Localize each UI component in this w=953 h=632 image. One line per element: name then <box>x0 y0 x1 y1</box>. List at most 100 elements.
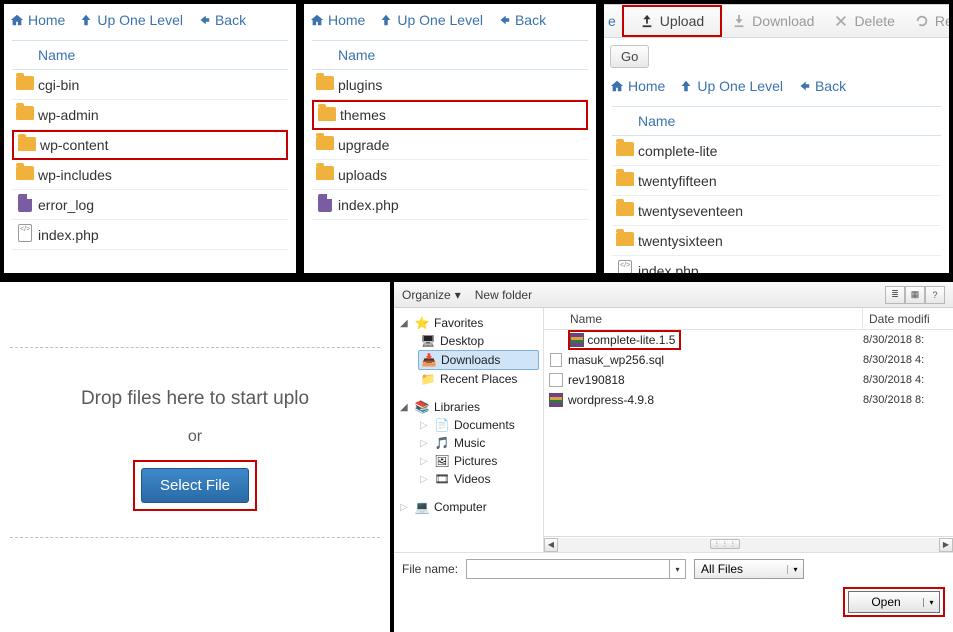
select-file-button[interactable]: Select File <box>141 468 249 503</box>
file-row-highlight[interactable]: wp-content <box>12 130 288 160</box>
tree-favorites[interactable]: ◢⭐Favorites <box>398 314 539 332</box>
folder-icon <box>318 107 336 121</box>
up-link[interactable]: Up One Level <box>379 12 483 28</box>
panel-wpcontent: Home Up One Level Back Name plugins them… <box>300 0 600 277</box>
tree-desktop[interactable]: 🖥Desktop <box>418 332 539 350</box>
file-row[interactable]: cgi-bin <box>12 70 288 100</box>
column-header[interactable]: Name <box>312 40 588 70</box>
music-icon: 🎵 <box>434 436 450 450</box>
file-row-highlight[interactable]: themes <box>312 100 588 130</box>
back-link[interactable]: Back <box>197 12 246 28</box>
file-row[interactable]: twentyfifteen <box>612 166 941 196</box>
up-link[interactable]: Up One Level <box>679 78 783 94</box>
up-arrow-icon <box>379 13 393 27</box>
file-row[interactable]: uploads <box>312 160 588 190</box>
home-link[interactable]: Home <box>610 78 665 94</box>
file-icon <box>318 194 332 212</box>
new-folder-button[interactable]: New folder <box>475 288 532 302</box>
hdr-name: Name <box>568 308 863 329</box>
tree-pictures[interactable]: ▷🖼Pictures <box>418 452 539 470</box>
back-arrow-icon <box>797 79 811 93</box>
up-link[interactable]: Up One Level <box>79 12 183 28</box>
folder-icon <box>316 166 334 180</box>
help-icon[interactable]: ? <box>925 286 945 304</box>
archive-icon <box>570 333 584 347</box>
view-list-icon[interactable]: ≣ <box>885 286 905 304</box>
tree-videos[interactable]: ▷🎞Videos <box>418 470 539 488</box>
toolbar: Home Up One Level Back <box>304 4 596 36</box>
item-name: complete-lite.1.5 <box>587 333 675 347</box>
scroll-thumb[interactable]: ⋮⋮⋮ <box>710 539 740 549</box>
filter-select[interactable]: All Files ▾ <box>694 559 804 579</box>
file-row[interactable]: upgrade <box>312 130 588 160</box>
file-row[interactable]: index.php <box>612 256 941 277</box>
tree-libraries[interactable]: ◢📚Libraries <box>398 398 539 416</box>
home-link[interactable]: Home <box>10 12 65 28</box>
tree-music[interactable]: ▷🎵Music <box>418 434 539 452</box>
back-label: Back <box>815 78 846 94</box>
view-thumb-icon[interactable]: ▦ <box>905 286 925 304</box>
file-row[interactable]: error_log <box>12 190 288 220</box>
organize-button[interactable]: Organize ▾ <box>402 288 461 302</box>
scroll-right-icon[interactable]: ▶ <box>939 538 953 552</box>
file-row[interactable]: complete-lite <box>612 136 941 166</box>
open-label: Open <box>849 595 923 609</box>
go-button[interactable]: Go <box>610 45 649 68</box>
list-item[interactable]: wordpress-4.9.8 8/30/2018 8: <box>544 390 953 410</box>
organize-label: Organize <box>402 288 451 302</box>
select-highlight: Select File <box>133 460 257 511</box>
download-button[interactable]: Download <box>722 9 824 33</box>
list-header[interactable]: Name Date modifi <box>544 308 953 330</box>
chevron-down-icon[interactable]: ▾ <box>669 560 685 578</box>
folder-icon <box>616 142 634 156</box>
list-item[interactable]: masuk_wp256.sql 8/30/2018 4: <box>544 350 953 370</box>
code-file-icon <box>18 224 32 242</box>
folder-icon <box>16 76 34 90</box>
back-link[interactable]: Back <box>497 12 546 28</box>
toolbar: Home Up One Level Back <box>604 70 949 102</box>
file-row[interactable]: twentysixteen <box>612 226 941 256</box>
scroll-left-icon[interactable]: ◀ <box>544 538 558 552</box>
tree-computer[interactable]: ▷💻Computer <box>398 498 539 516</box>
tree-documents[interactable]: ▷📄Documents <box>418 416 539 434</box>
file-name: wp-includes <box>38 167 112 183</box>
up-label: Up One Level <box>97 12 183 28</box>
filename-input[interactable]: ▾ <box>466 559 686 579</box>
file-row[interactable]: twentyseventeen <box>612 196 941 226</box>
home-link[interactable]: Home <box>310 12 365 28</box>
tree-recent[interactable]: 📁Recent Places <box>418 370 539 388</box>
delete-button[interactable]: Delete <box>824 9 904 33</box>
item-name: wordpress-4.9.8 <box>568 393 863 407</box>
item-name: masuk_wp256.sql <box>568 353 863 367</box>
list-item[interactable]: rev190818 8/30/2018 4: <box>544 370 953 390</box>
list-item-highlight[interactable]: complete-lite.1.5 8/30/2018 8: <box>544 330 953 350</box>
chevron-down-icon[interactable]: ▾ <box>923 598 939 607</box>
file-row[interactable]: wp-includes <box>12 160 288 190</box>
upload-button[interactable]: Upload <box>630 9 714 33</box>
column-header[interactable]: Name <box>12 40 288 70</box>
file-row[interactable]: index.php <box>12 220 288 250</box>
back-link[interactable]: Back <box>797 78 846 94</box>
file-list: cgi-bin wp-admin wp-content wp-includes … <box>12 70 288 250</box>
or-text: or <box>0 428 390 446</box>
panel-themes: e Upload Download Delete Re Go <box>600 0 953 277</box>
file-row[interactable]: wp-admin <box>12 100 288 130</box>
file-row[interactable]: plugins <box>312 70 588 100</box>
tree-downloads[interactable]: 📥Downloads <box>418 350 539 370</box>
star-icon: ⭐ <box>414 316 430 330</box>
chevron-down-icon[interactable]: ▾ <box>787 565 803 574</box>
file-name: twentyfifteen <box>638 173 717 189</box>
drop-zone[interactable]: Drop files here to start uplo or Select … <box>0 282 390 632</box>
back-label: Back <box>215 12 246 28</box>
file-name: index.php <box>638 263 699 278</box>
h-scrollbar[interactable]: ◀ ⋮⋮⋮ ▶ <box>544 536 953 552</box>
filter-label: All Files <box>701 562 743 576</box>
rename-button[interactable]: Re <box>905 9 953 33</box>
recent-icon: 📁 <box>420 372 436 386</box>
open-button[interactable]: Open ▾ <box>848 591 940 613</box>
home-label: Home <box>328 12 365 28</box>
file-row[interactable]: index.php <box>312 190 588 220</box>
column-header[interactable]: Name <box>612 106 941 136</box>
desktop-icon: 🖥 <box>420 334 436 348</box>
file-name: cgi-bin <box>38 77 79 93</box>
